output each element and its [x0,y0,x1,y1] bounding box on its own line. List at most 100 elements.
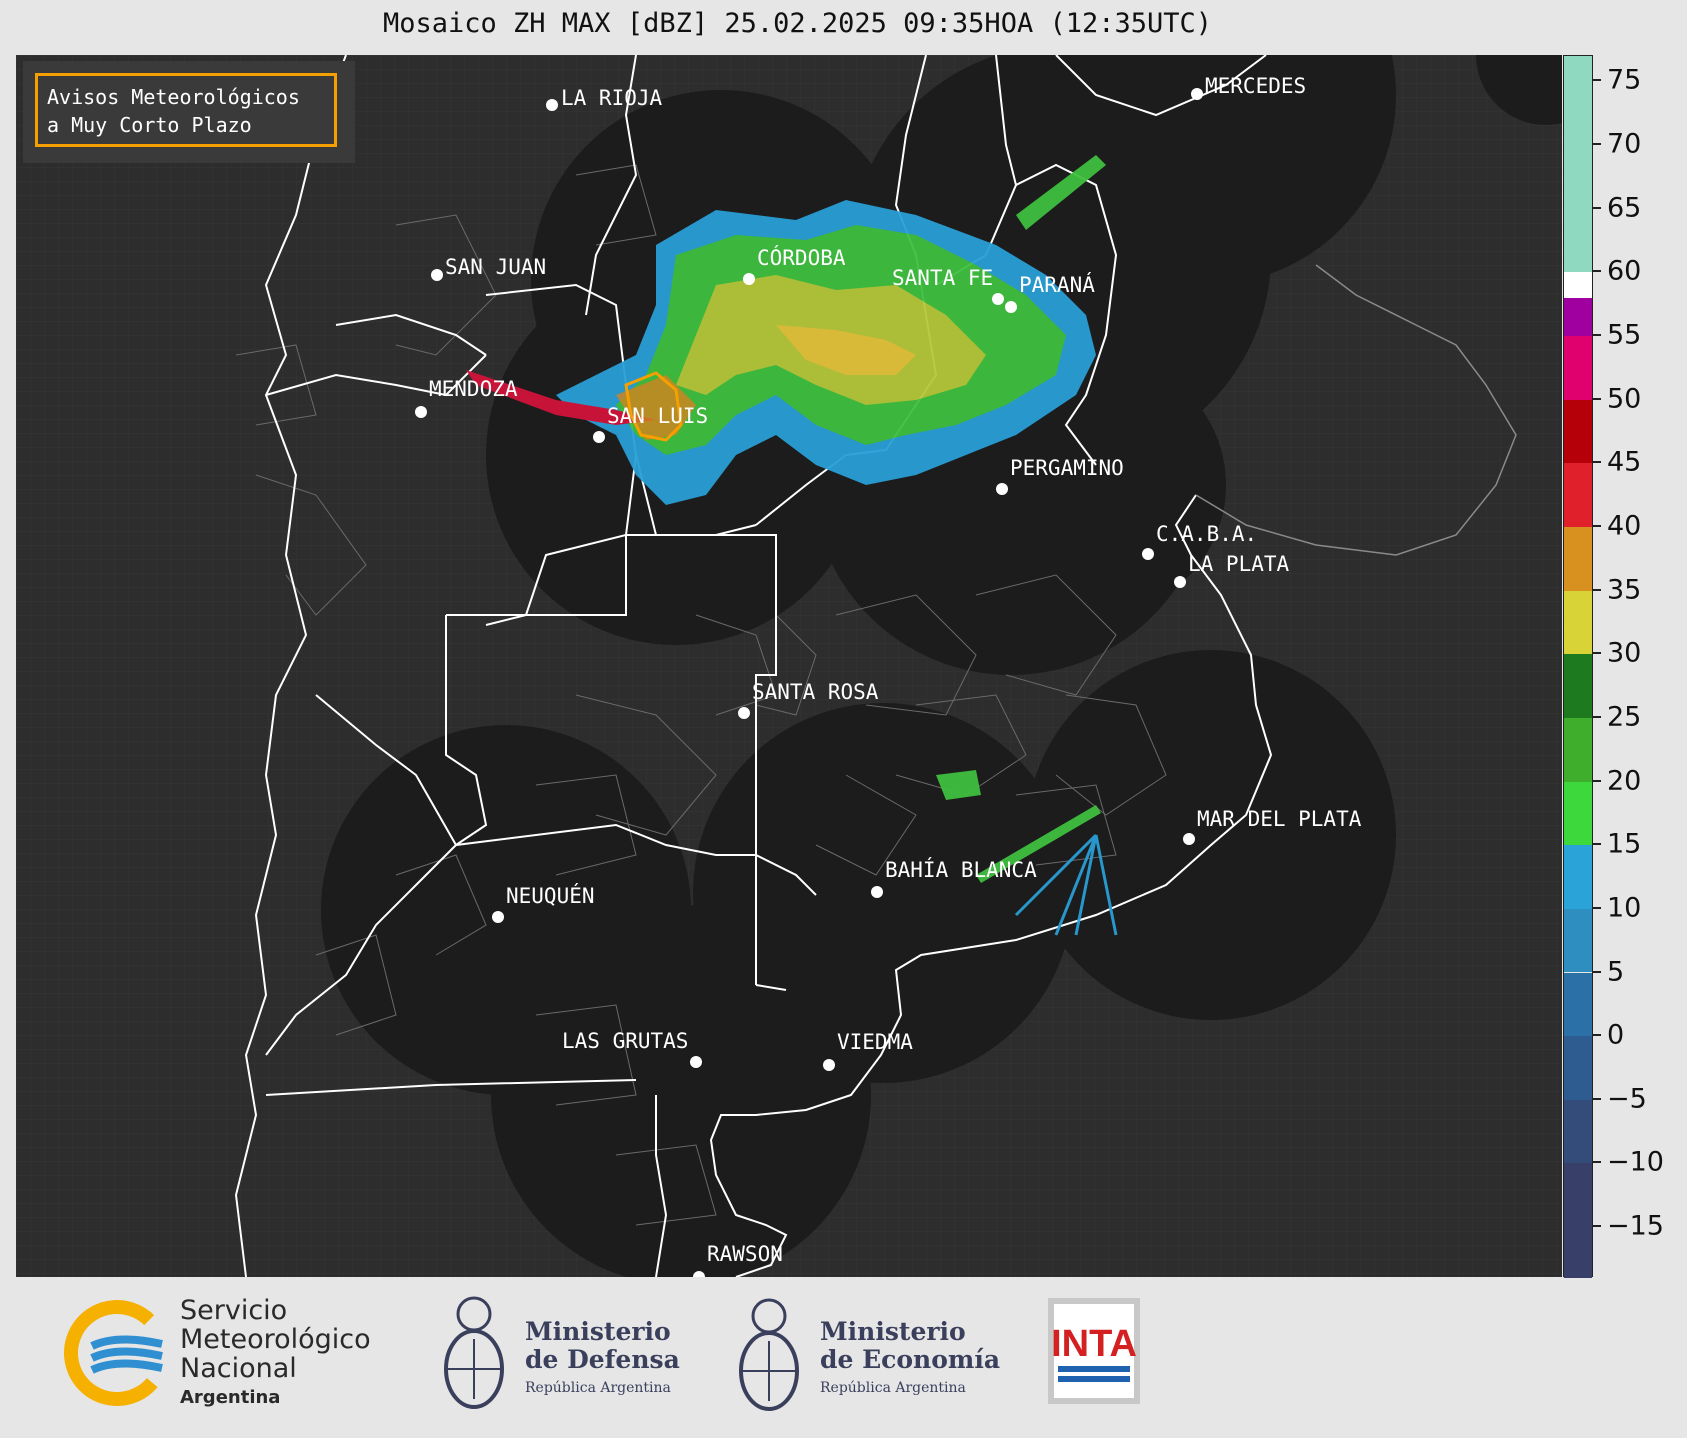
inta-logo: INTA [1048,1298,1140,1404]
colorbar-tick [1593,79,1601,82]
city-label: PERGAMINO [1010,456,1124,480]
smn-line2: Meteorológico [180,1324,371,1355]
radar-map: LA RIOJA MERCEDES SAN JUAN CÓRDOBA SANTA… [16,55,1562,1277]
city-dot-neuquen [492,911,504,923]
colorbar [1563,55,1593,1278]
city-dot-la-rioja [546,99,558,111]
economia-logo-text: Ministerio de Economía República Argenti… [820,1318,1000,1402]
colorbar-tick [1593,1097,1601,1100]
colorbar-tick-label: 0 [1607,1019,1625,1051]
colorbar-tick-label: 25 [1607,701,1642,733]
city-label: PARANÁ [1019,272,1095,297]
colorbar-tick [1593,397,1601,400]
colorbar-segment [1564,654,1592,718]
city-label: SAN LUIS [607,404,708,428]
warning-legend-line1: Avisos Meteorológicos [47,85,300,109]
city-label: RAWSON [707,1242,783,1266]
colorbar-tick-label: 35 [1607,574,1642,606]
city-dot-mar-del-plata [1183,833,1195,845]
colorbar-tick-label: 5 [1607,956,1625,987]
city-dot-cordoba [743,273,755,285]
city-dot-mendoza [415,406,427,418]
colorbar-tick [1593,270,1601,273]
colorbar-tick-label: 40 [1607,510,1642,542]
city-label: SAN JUAN [445,255,546,279]
colorbar-tick-label: 60 [1607,255,1642,287]
coat-of-arms-icon [739,1298,799,1411]
city-label: LA PLATA [1188,552,1290,576]
city-label: SANTA FE [892,266,993,290]
economia-line2: de Economía [820,1345,1001,1374]
smn-logo-icon [64,1300,170,1406]
colorbar-segment [1564,399,1592,464]
colorbar-tick-label: 55 [1607,319,1642,351]
colorbar-segment [1564,272,1592,298]
radar-circle-viedma [491,905,871,1277]
coat-of-arms-icon [444,1296,504,1409]
radar-circle-mardelplata [1026,650,1396,1020]
city-label: BAHÍA BLANCA [885,857,1037,882]
colorbar-segment [1564,56,1592,273]
city-label: MERCEDES [1205,74,1306,98]
inta-logo-icon: INTA [1051,1304,1137,1398]
colorbar-segment [1564,1099,1592,1164]
colorbar-segment [1564,463,1592,527]
colorbar-tick-label: −15 [1607,1210,1664,1242]
colorbar-tick [1593,1034,1601,1037]
map-title: Mosaico ZH MAX [dBZ] 25.02.2025 09:35HOA… [382,8,1213,39]
defensa-line2: de Defensa [525,1345,680,1374]
city-dot-pergamino [996,483,1008,495]
colorbar-tick [1593,206,1601,209]
warning-legend-text: Avisos Meteorológicos a Muy Corto Plazo [47,83,300,139]
colorbar-tick-label: 75 [1607,64,1642,96]
colorbar-tick-label: 20 [1607,765,1642,797]
defensa-line1: Ministerio [525,1317,671,1346]
colorbar-tick-label: 30 [1607,637,1642,669]
city-dot-parana [1005,301,1017,313]
colorbar-segment [1564,336,1592,400]
colorbar-segment [1564,845,1592,909]
colorbar-segment [1564,1036,1592,1100]
city-label: VIEDMA [837,1030,913,1054]
colorbar-tick-label: 15 [1607,828,1642,860]
colorbar-tick [1593,715,1601,718]
defensa-line3: República Argentina [525,1380,671,1396]
city-dot-la-plata [1174,576,1186,588]
colorbar-tick [1593,843,1601,846]
smn-logo-text: Servicio Meteorológico Nacional Argentin… [180,1296,371,1412]
colorbar-segment [1564,781,1592,846]
colorbar-tick-label: −10 [1607,1146,1664,1178]
colorbar-tick [1593,1161,1601,1164]
defensa-logo-text: Ministerio de Defensa República Argentin… [525,1318,680,1402]
city-dot-santa-rosa [738,707,750,719]
colorbar-segment [1564,908,1592,973]
colorbar-tick [1593,143,1601,146]
colorbar-tick [1593,906,1601,909]
colorbar-tick-label: 50 [1607,383,1642,415]
warning-legend-line2: a Muy Corto Plazo [47,113,252,137]
colorbar-segment [1564,1163,1592,1278]
city-dot-san-luis [593,431,605,443]
colorbar-tick-label: 10 [1607,892,1642,924]
city-dot-viedma [823,1059,835,1071]
colorbar-segment [1564,590,1592,655]
city-dot-las-grutas [690,1056,702,1068]
smn-line3: Nacional [180,1353,297,1384]
city-label: NEUQUÉN [506,883,595,908]
city-label: C.A.B.A. [1156,522,1257,546]
colorbar-tick-label: −5 [1607,1083,1647,1115]
city-label: MAR DEL PLATA [1197,807,1362,831]
city-dot-santa-fe [992,293,1004,305]
colorbar-tick [1593,779,1601,782]
smn-line4: Argentina [180,1387,281,1408]
colorbar-segment [1564,972,1592,1037]
city-label: CÓRDOBA [757,245,846,270]
inta-logo-label: INTA [1051,1323,1137,1365]
colorbar-segment [1564,526,1592,591]
colorbar-tick [1593,334,1601,337]
city-dot-san-juan [431,269,443,281]
colorbar-tick [1593,1225,1601,1228]
colorbar-tick [1593,461,1601,464]
city-label: LAS GRUTAS [562,1029,688,1053]
smn-line1: Servicio [180,1295,288,1326]
